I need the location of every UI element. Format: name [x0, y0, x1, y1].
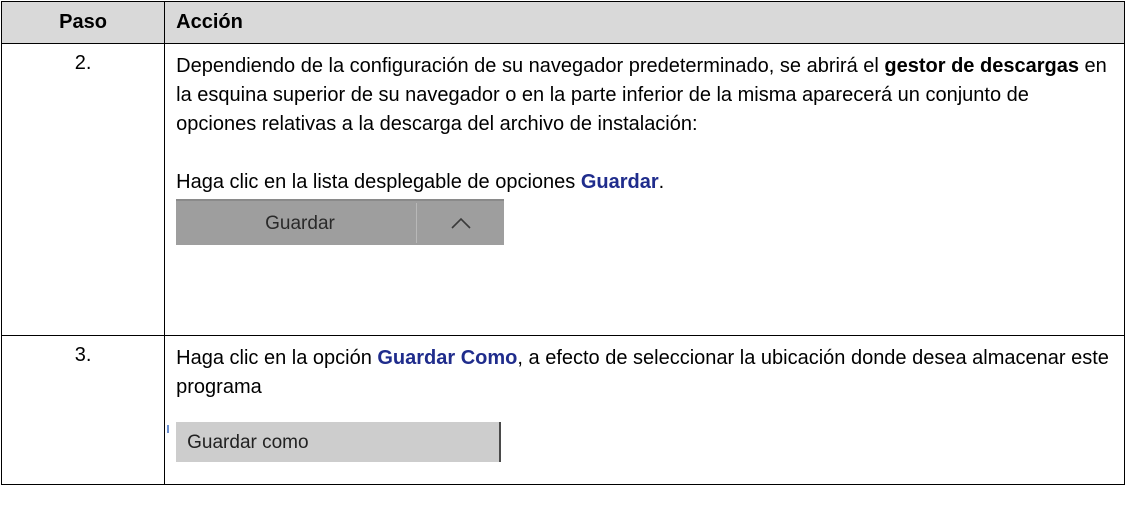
chevron-up-icon[interactable]: [417, 216, 504, 230]
step-number: 2.: [0, 43, 166, 336]
steps-table: Paso Acción 2. Dependiendo de la configu…: [0, 1, 1125, 485]
guardar-split-button[interactable]: Guardar: [176, 199, 505, 245]
step-number: 3.: [0, 335, 166, 485]
step-2-paragraph: Dependiendo de la configuración de su na…: [176, 52, 1114, 139]
step-2-instruction: Haga clic en la lista desplegable de opc…: [176, 168, 1114, 197]
gestor-descargas-term: gestor de descargas: [884, 55, 1079, 77]
step-description: Haga clic en la opción Guardar Como, a e…: [164, 335, 1125, 485]
guardar-como-menu: Guardar como: [165, 422, 504, 462]
header-accion: Acción: [164, 1, 1125, 44]
step-description: Dependiendo de la configuración de su na…: [164, 43, 1125, 336]
step-2-text-before: Dependiendo de la configuración de su na…: [176, 55, 885, 77]
instruction-text-after: .: [658, 171, 665, 193]
guardar-button-label[interactable]: Guardar: [265, 209, 416, 238]
guardar-term: Guardar: [580, 171, 659, 193]
step-3-text-before: Haga clic en la opción: [176, 347, 378, 369]
guardar-como-menu-item[interactable]: Guardar como: [176, 422, 502, 462]
table-row-step-2: 2. Dependiendo de la configuración de su…: [0, 43, 1125, 336]
table-row-step-3: 3. Haga clic en la opción Guardar Como, …: [0, 335, 1125, 485]
table-header-row: Paso Acción: [0, 1, 1125, 44]
menu-edge-mark: [167, 425, 170, 433]
instruction-text-before: Haga clic en la lista desplegable de opc…: [176, 171, 581, 193]
step-3-paragraph: Haga clic en la opción Guardar Como, a e…: [176, 344, 1114, 402]
guardar-como-term: Guardar Como: [377, 347, 518, 369]
header-paso: Paso: [0, 1, 166, 44]
